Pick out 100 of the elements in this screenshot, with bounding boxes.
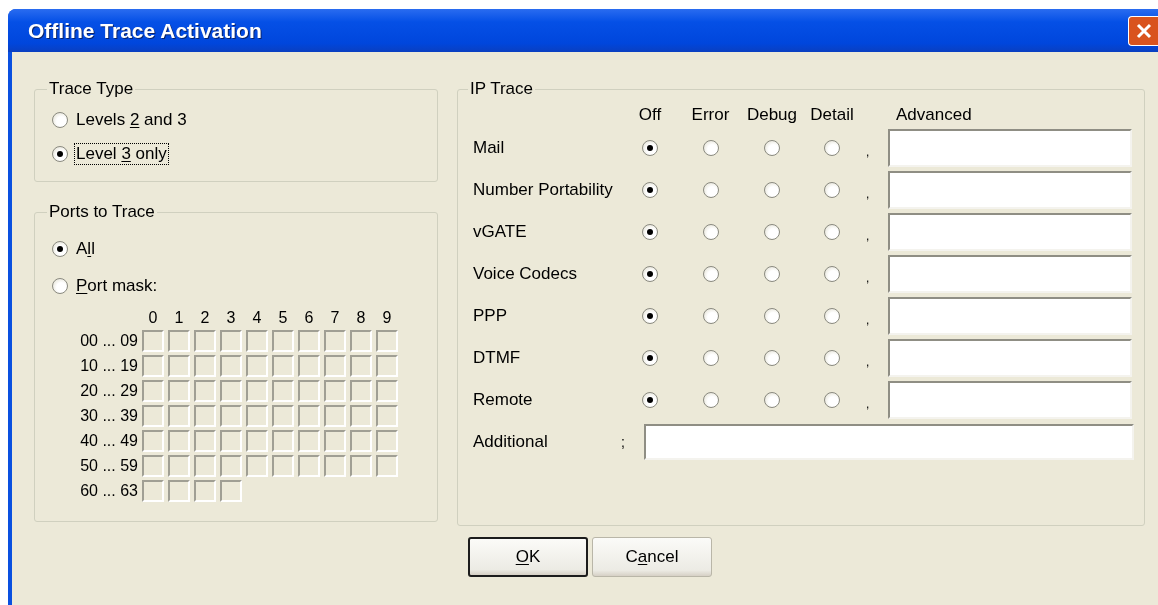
checkbox[interactable]	[298, 455, 320, 477]
checkbox[interactable]	[376, 405, 398, 427]
checkbox[interactable]	[324, 455, 346, 477]
radio-button[interactable]	[642, 224, 658, 240]
radio-button[interactable]	[52, 146, 68, 162]
close-button[interactable]	[1128, 15, 1158, 46]
radio-button[interactable]	[52, 112, 68, 128]
additional-input-field[interactable]	[644, 424, 1134, 460]
checkbox[interactable]	[142, 405, 164, 427]
radio-button[interactable]	[764, 392, 780, 408]
radio-button[interactable]	[764, 266, 780, 282]
checkbox[interactable]	[324, 330, 346, 352]
checkbox[interactable]	[194, 380, 216, 402]
checkbox[interactable]	[350, 405, 372, 427]
checkbox[interactable]	[376, 455, 398, 477]
checkbox[interactable]	[220, 480, 242, 502]
checkbox[interactable]	[324, 355, 346, 377]
checkbox[interactable]	[272, 355, 294, 377]
radio-button[interactable]	[824, 140, 840, 156]
checkbox[interactable]	[168, 455, 190, 477]
radio-label[interactable]: Levels 2 and 3	[74, 109, 189, 131]
radio-button[interactable]	[702, 350, 719, 366]
checkbox[interactable]	[272, 330, 294, 352]
checkbox[interactable]	[272, 430, 294, 452]
checkbox[interactable]	[220, 355, 242, 377]
checkbox[interactable]	[168, 480, 190, 502]
checkbox[interactable]	[220, 380, 242, 402]
radio-button[interactable]	[824, 182, 840, 198]
checkbox[interactable]	[194, 405, 216, 427]
advanced-input-field[interactable]	[888, 171, 1132, 209]
checkbox[interactable]	[220, 430, 242, 452]
checkbox[interactable]	[246, 330, 268, 352]
checkbox[interactable]	[142, 455, 164, 477]
checkbox[interactable]	[246, 455, 268, 477]
radio-button[interactable]	[702, 392, 719, 408]
radio-button[interactable]	[642, 266, 658, 282]
checkbox[interactable]	[194, 455, 216, 477]
radio-button[interactable]	[702, 140, 719, 156]
radio-button[interactable]	[702, 224, 719, 240]
checkbox[interactable]	[350, 380, 372, 402]
checkbox[interactable]	[324, 380, 346, 402]
checkbox[interactable]	[142, 330, 164, 352]
radio-button[interactable]	[824, 266, 840, 282]
radio-button[interactable]	[824, 224, 840, 240]
checkbox[interactable]	[246, 405, 268, 427]
checkbox[interactable]	[168, 405, 190, 427]
radio-button[interactable]	[824, 308, 840, 324]
radio-button[interactable]	[642, 350, 658, 366]
advanced-input-field[interactable]	[888, 381, 1132, 419]
checkbox[interactable]	[324, 405, 346, 427]
advanced-input-field[interactable]	[888, 297, 1132, 335]
ok-button[interactable]: OK	[468, 537, 588, 577]
checkbox[interactable]	[142, 355, 164, 377]
radio-button[interactable]	[702, 266, 719, 282]
checkbox[interactable]	[194, 355, 216, 377]
cancel-button[interactable]: Cancel	[592, 537, 712, 577]
checkbox[interactable]	[376, 380, 398, 402]
checkbox[interactable]	[246, 355, 268, 377]
radio-label[interactable]: Port mask:	[74, 275, 160, 297]
radio-label[interactable]: Level 3 only	[74, 143, 169, 165]
checkbox[interactable]	[220, 455, 242, 477]
checkbox[interactable]	[168, 380, 190, 402]
radio-button[interactable]	[642, 140, 658, 156]
checkbox[interactable]	[142, 480, 164, 502]
radio-button[interactable]	[642, 308, 658, 324]
radio-button[interactable]	[52, 241, 68, 257]
checkbox[interactable]	[350, 355, 372, 377]
checkbox[interactable]	[194, 430, 216, 452]
advanced-input-field[interactable]	[888, 255, 1132, 293]
checkbox[interactable]	[350, 430, 372, 452]
radio-button[interactable]	[824, 350, 840, 366]
radio-button[interactable]	[764, 308, 780, 324]
checkbox[interactable]	[298, 355, 320, 377]
checkbox[interactable]	[246, 380, 268, 402]
advanced-input-field[interactable]	[888, 339, 1132, 377]
checkbox[interactable]	[220, 405, 242, 427]
checkbox[interactable]	[246, 430, 268, 452]
checkbox[interactable]	[142, 430, 164, 452]
checkbox[interactable]	[324, 430, 346, 452]
radio-button[interactable]	[764, 224, 780, 240]
checkbox[interactable]	[168, 330, 190, 352]
radio-button[interactable]	[642, 392, 658, 408]
radio-button[interactable]	[52, 278, 68, 294]
checkbox[interactable]	[272, 380, 294, 402]
checkbox[interactable]	[376, 330, 398, 352]
radio-button[interactable]	[764, 182, 780, 198]
checkbox[interactable]	[376, 355, 398, 377]
radio-button[interactable]	[702, 308, 719, 324]
checkbox[interactable]	[272, 405, 294, 427]
checkbox[interactable]	[142, 380, 164, 402]
checkbox[interactable]	[168, 355, 190, 377]
checkbox[interactable]	[194, 480, 216, 502]
radio-button[interactable]	[824, 392, 840, 408]
advanced-input-field[interactable]	[888, 129, 1132, 167]
checkbox[interactable]	[298, 330, 320, 352]
checkbox[interactable]	[350, 330, 372, 352]
checkbox[interactable]	[272, 455, 294, 477]
advanced-input-field[interactable]	[888, 213, 1132, 251]
radio-button[interactable]	[764, 140, 780, 156]
checkbox[interactable]	[376, 430, 398, 452]
